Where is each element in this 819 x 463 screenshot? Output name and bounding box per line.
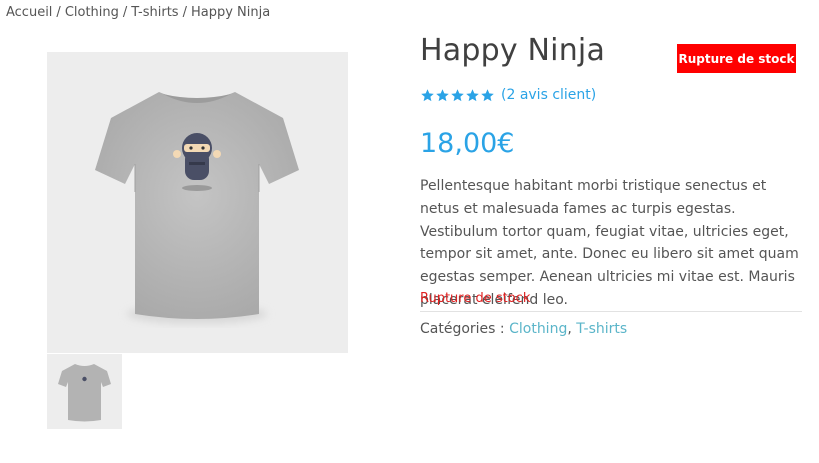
category-separator: , — [567, 321, 572, 337]
stock-status: Rupture de stock — [420, 291, 531, 306]
product-categories: Catégories : Clothing, T-shirts — [420, 321, 627, 337]
product-rating: (2 avis client) — [420, 87, 596, 103]
star-icon — [421, 88, 434, 101]
breadcrumb-home[interactable]: Accueil — [6, 5, 52, 20]
product-page: Accueil / Clothing / T-shirts / Happy Ninja — [0, 0, 819, 463]
breadcrumb-clothing[interactable]: Clothing — [65, 5, 119, 20]
breadcrumb-current: Happy Ninja — [190, 5, 271, 20]
category-link-clothing[interactable]: Clothing — [509, 321, 567, 337]
rating-stars — [420, 88, 495, 103]
product-price: 18,00€ — [420, 128, 515, 159]
star-icon — [436, 88, 449, 101]
product-title: Happy Ninja — [420, 33, 606, 68]
breadcrumb-separator: / — [122, 5, 128, 20]
divider — [420, 311, 802, 312]
product-thumbnail[interactable] — [47, 354, 122, 429]
star-icon — [466, 88, 479, 101]
out-of-stock-badge: Rupture de stock — [677, 44, 796, 73]
tshirt-thumbnail-image — [58, 364, 111, 422]
breadcrumb: Accueil / Clothing / T-shirts / Happy Ninja — [6, 5, 270, 20]
tshirt-ninja-image — [95, 92, 299, 324]
breadcrumb-tshirts[interactable]: T-shirts — [131, 5, 178, 20]
categories-label: Catégories : — [420, 321, 505, 337]
reviews-link[interactable]: (2 avis client) — [501, 87, 596, 103]
breadcrumb-separator: / — [182, 5, 187, 20]
product-main-image[interactable] — [47, 52, 348, 353]
star-icon — [481, 88, 494, 101]
star-icon — [451, 88, 464, 101]
breadcrumb-separator: / — [56, 5, 61, 20]
category-link-tshirts[interactable]: T-shirts — [576, 321, 627, 337]
